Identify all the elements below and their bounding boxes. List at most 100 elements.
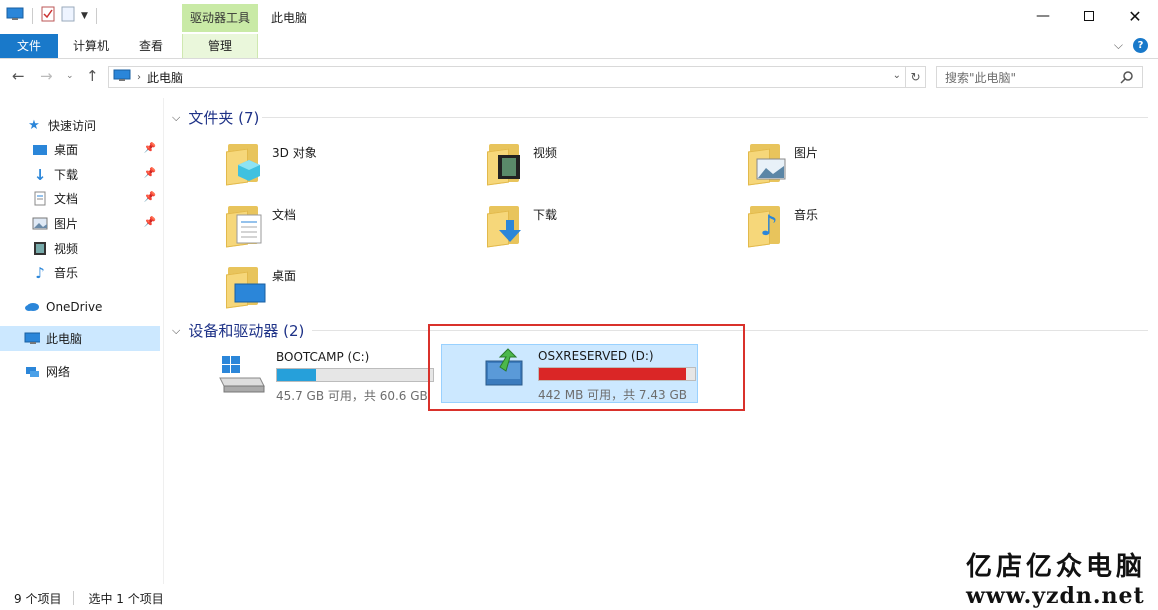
folder-tile-desktop[interactable]: 桌面 [224,261,474,317]
divider [73,591,75,605]
up-arrow-icon[interactable]: ↑ [86,67,99,85]
tab-computer[interactable]: 计算机 [62,34,120,58]
ribbon-right-controls: ⌵ ? [1114,38,1148,53]
drive-usage-fill [277,369,316,381]
divider [0,58,1158,59]
nav-this-pc[interactable]: 此电脑 [0,326,160,351]
nav-item-videos[interactable]: 视频 [0,236,160,261]
search-input[interactable]: 搜索"此电脑" [936,66,1143,88]
help-icon[interactable]: ? [1133,38,1148,53]
navigation-pane: ★ 快速访问 桌面 📌 ↓ 下载 📌 文档 📌 图片 📌 视频 ♪ 音乐 One… [0,98,164,584]
nav-label: 音乐 [54,266,79,280]
nav-item-documents[interactable]: 文档 📌 [0,186,160,211]
this-pc-icon[interactable] [6,6,24,25]
ribbon-tabs: 文件 计算机 查看 管理 ⌵ ? [0,34,1158,58]
tab-manage[interactable]: 管理 [182,34,258,58]
nav-quick-access[interactable]: ★ 快速访问 [0,113,160,138]
desktop-icon [224,261,268,309]
address-bar[interactable]: › 此电脑 ⌄ [108,66,906,88]
drive-tools-context-header: 驱动器工具 [182,4,258,32]
watermark-url: www.yzdn.net [965,583,1145,609]
breadcrumb-separator-icon[interactable]: › [137,72,141,83]
folder-tile-videos[interactable]: 视频 [485,138,735,194]
nav-label: OneDrive [46,299,103,314]
nav-onedrive[interactable]: OneDrive [0,294,160,319]
folder-tile-music[interactable]: ♪ 音乐 [746,200,996,256]
nav-label: 快速访问 [48,119,97,133]
expand-ribbon-icon[interactable]: ⌵ [1114,38,1123,53]
folder-tile-downloads[interactable]: 下载 [485,200,735,256]
forward-arrow-icon[interactable]: → [40,67,53,85]
folder-tile-3d-objects[interactable]: 3D 对象 [224,138,474,194]
nav-item-downloads[interactable]: ↓ 下载 📌 [0,162,160,187]
nav-label: 网络 [46,365,71,379]
new-folder-icon[interactable] [61,6,75,25]
highlight-box [428,324,745,411]
nav-label: 文档 [54,192,79,206]
back-arrow-icon[interactable]: ← [12,67,25,85]
folder-tile-pictures[interactable]: 图片 [746,138,996,194]
star-icon: ★ [28,118,40,133]
music-note-icon: ♪ [35,263,45,282]
maximize-icon [1084,11,1094,21]
tab-view[interactable]: 查看 [124,34,178,58]
title-bar: ▼ 驱动器工具 此电脑 — ✕ [0,0,1158,32]
folder-tile-documents[interactable]: 文档 [224,200,474,256]
nav-label: 桌面 [54,143,79,157]
address-dropdown-icon[interactable]: ⌄ [893,70,901,81]
maximize-button[interactable] [1066,0,1112,32]
minimize-button[interactable]: — [1020,0,1066,32]
download-arrow-icon: ↓ [33,165,47,184]
tab-file[interactable]: 文件 [0,34,58,58]
documents-icon [224,200,268,248]
nav-label: 此电脑 [46,332,83,346]
folder-label: 3D 对象 [272,146,317,160]
desktop-icon [32,142,48,158]
pin-icon[interactable]: 📌 [144,168,156,179]
picture-icon [32,216,48,232]
nav-label: 视频 [54,242,79,256]
status-selected: 选中 1 个项目 [88,591,164,606]
nav-label: 图片 [54,217,79,231]
computer-icon [24,331,40,347]
properties-icon[interactable] [41,6,55,25]
nav-network[interactable]: 网络 [0,359,160,384]
pictures-icon [746,138,790,186]
group-header-drives[interactable]: ⌵ 设备和驱动器 (2) [172,320,304,341]
group-header-folders[interactable]: ⌵ 文件夹 (7) [172,107,259,128]
navigation-row: ← → ⌄ ↑ › 此电脑 ⌄ ↻ 搜索"此电脑" [0,64,1158,90]
cloud-icon [24,299,40,315]
this-pc-icon [113,69,131,86]
videos-icon [485,138,529,186]
pin-icon[interactable]: 📌 [144,143,156,154]
watermark: 亿店亿众电脑 www.yzdn.net [966,546,1146,609]
music-icon: ♪ [746,200,790,248]
chevron-down-icon[interactable]: ⌵ [172,324,180,338]
recent-locations-icon[interactable]: ⌄ [66,71,74,81]
divider [262,117,1148,118]
breadcrumb-this-pc[interactable]: 此电脑 [147,69,183,86]
refresh-button[interactable]: ↻ [906,66,926,88]
downloads-icon [485,200,529,248]
group-header-label: 文件夹 (7) [188,109,260,127]
windows-drive-icon [216,348,272,398]
nav-item-desktop[interactable]: 桌面 📌 [0,137,160,162]
close-button[interactable]: ✕ [1112,0,1158,32]
folder-label: 图片 [794,146,819,160]
nav-item-music[interactable]: ♪ 音乐 [0,260,160,285]
close-icon: ✕ [1128,6,1142,26]
drive-tile-c[interactable]: BOOTCAMP (C:) 45.7 GB 可用，共 60.6 GB [216,348,434,404]
group-header-label: 设备和驱动器 (2) [188,322,305,340]
folder-label: 下载 [533,208,558,222]
customize-dropdown-icon[interactable]: ▼ [81,11,88,21]
pin-icon[interactable]: 📌 [144,217,156,228]
search-placeholder: 搜索"此电脑" [945,70,1017,85]
folder-label: 视频 [533,146,558,160]
document-icon [32,191,48,207]
drive-usage-bar [276,368,434,382]
drive-name: BOOTCAMP (C:) [276,350,370,364]
nav-item-pictures[interactable]: 图片 📌 [0,211,160,236]
chevron-down-icon[interactable]: ⌵ [172,111,180,125]
pin-icon[interactable]: 📌 [144,192,156,203]
folder-label: 文档 [272,208,297,222]
